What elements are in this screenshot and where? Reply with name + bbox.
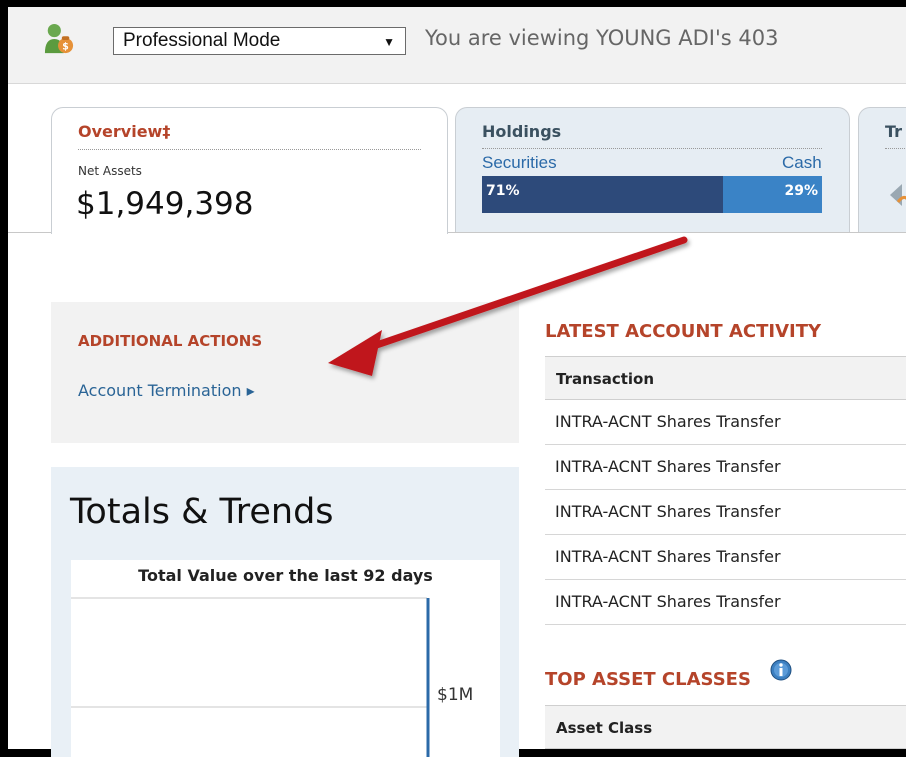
chart-title: Total Value over the last 92 days	[138, 566, 433, 585]
allocation-bar: 71% 29%	[482, 176, 822, 213]
net-assets-label: Net Assets	[78, 164, 142, 178]
viewing-account-text: You are viewing YOUNG ADI's 403	[425, 26, 779, 50]
user-money-icon: $	[44, 24, 74, 54]
tab-overview-title: Overview‡	[78, 122, 171, 141]
securities-label: Securities	[482, 153, 557, 172]
table-header: Asset Class	[545, 705, 906, 749]
cash-label: Cash	[782, 153, 822, 172]
asset-class-table: Asset Class	[545, 705, 906, 749]
table-row[interactable]: INTRA-ACNT Shares Transfer	[545, 400, 906, 445]
info-icon[interactable]	[770, 659, 792, 681]
divider	[885, 148, 906, 149]
cash-segment: 29%	[723, 176, 822, 213]
dropdown-arrow-icon: ▼	[383, 35, 395, 49]
table-row[interactable]: INTRA-ACNT Shares Transfer	[545, 490, 906, 535]
tab-holdings[interactable]: Holdings Securities Cash 71% 29%	[455, 107, 850, 232]
tab-overview[interactable]: Overview‡ Net Assets $1,949,398	[51, 107, 448, 234]
divider	[78, 149, 421, 150]
account-termination-link[interactable]: Account Termination ▸	[78, 381, 255, 400]
chart-svg: $1M	[71, 597, 473, 757]
table-row[interactable]: INTRA-ACNT Shares Transfer	[545, 580, 906, 625]
tab-holdings-title: Holdings	[482, 122, 562, 141]
tab-transactions-title: Tr	[885, 122, 903, 141]
mode-select-value: Professional Mode	[123, 30, 281, 51]
mode-select[interactable]: Professional Mode ▼	[113, 27, 406, 55]
activity-table: Transaction INTRA-ACNT Shares Transfer I…	[545, 356, 906, 625]
tick-label: $1M	[437, 685, 473, 705]
top-asset-classes-title: TOP ASSET CLASSES	[545, 669, 751, 690]
securities-segment: 71%	[482, 176, 723, 213]
additional-actions-title: ADDITIONAL ACTIONS	[78, 332, 263, 350]
divider	[482, 148, 822, 149]
annotation-arrow	[328, 236, 688, 376]
net-assets-value: $1,949,398	[76, 186, 254, 222]
transactions-icon	[890, 184, 906, 206]
total-value-chart: $1M Total Value over the last 92 days	[71, 560, 500, 757]
table-row[interactable]: INTRA-ACNT Shares Transfer	[545, 535, 906, 580]
totals-trends-title: Totals & Trends	[70, 492, 334, 532]
table-row[interactable]: INTRA-ACNT Shares Transfer	[545, 445, 906, 490]
svg-text:$: $	[62, 41, 69, 52]
tab-transactions[interactable]: Tr	[858, 107, 906, 232]
